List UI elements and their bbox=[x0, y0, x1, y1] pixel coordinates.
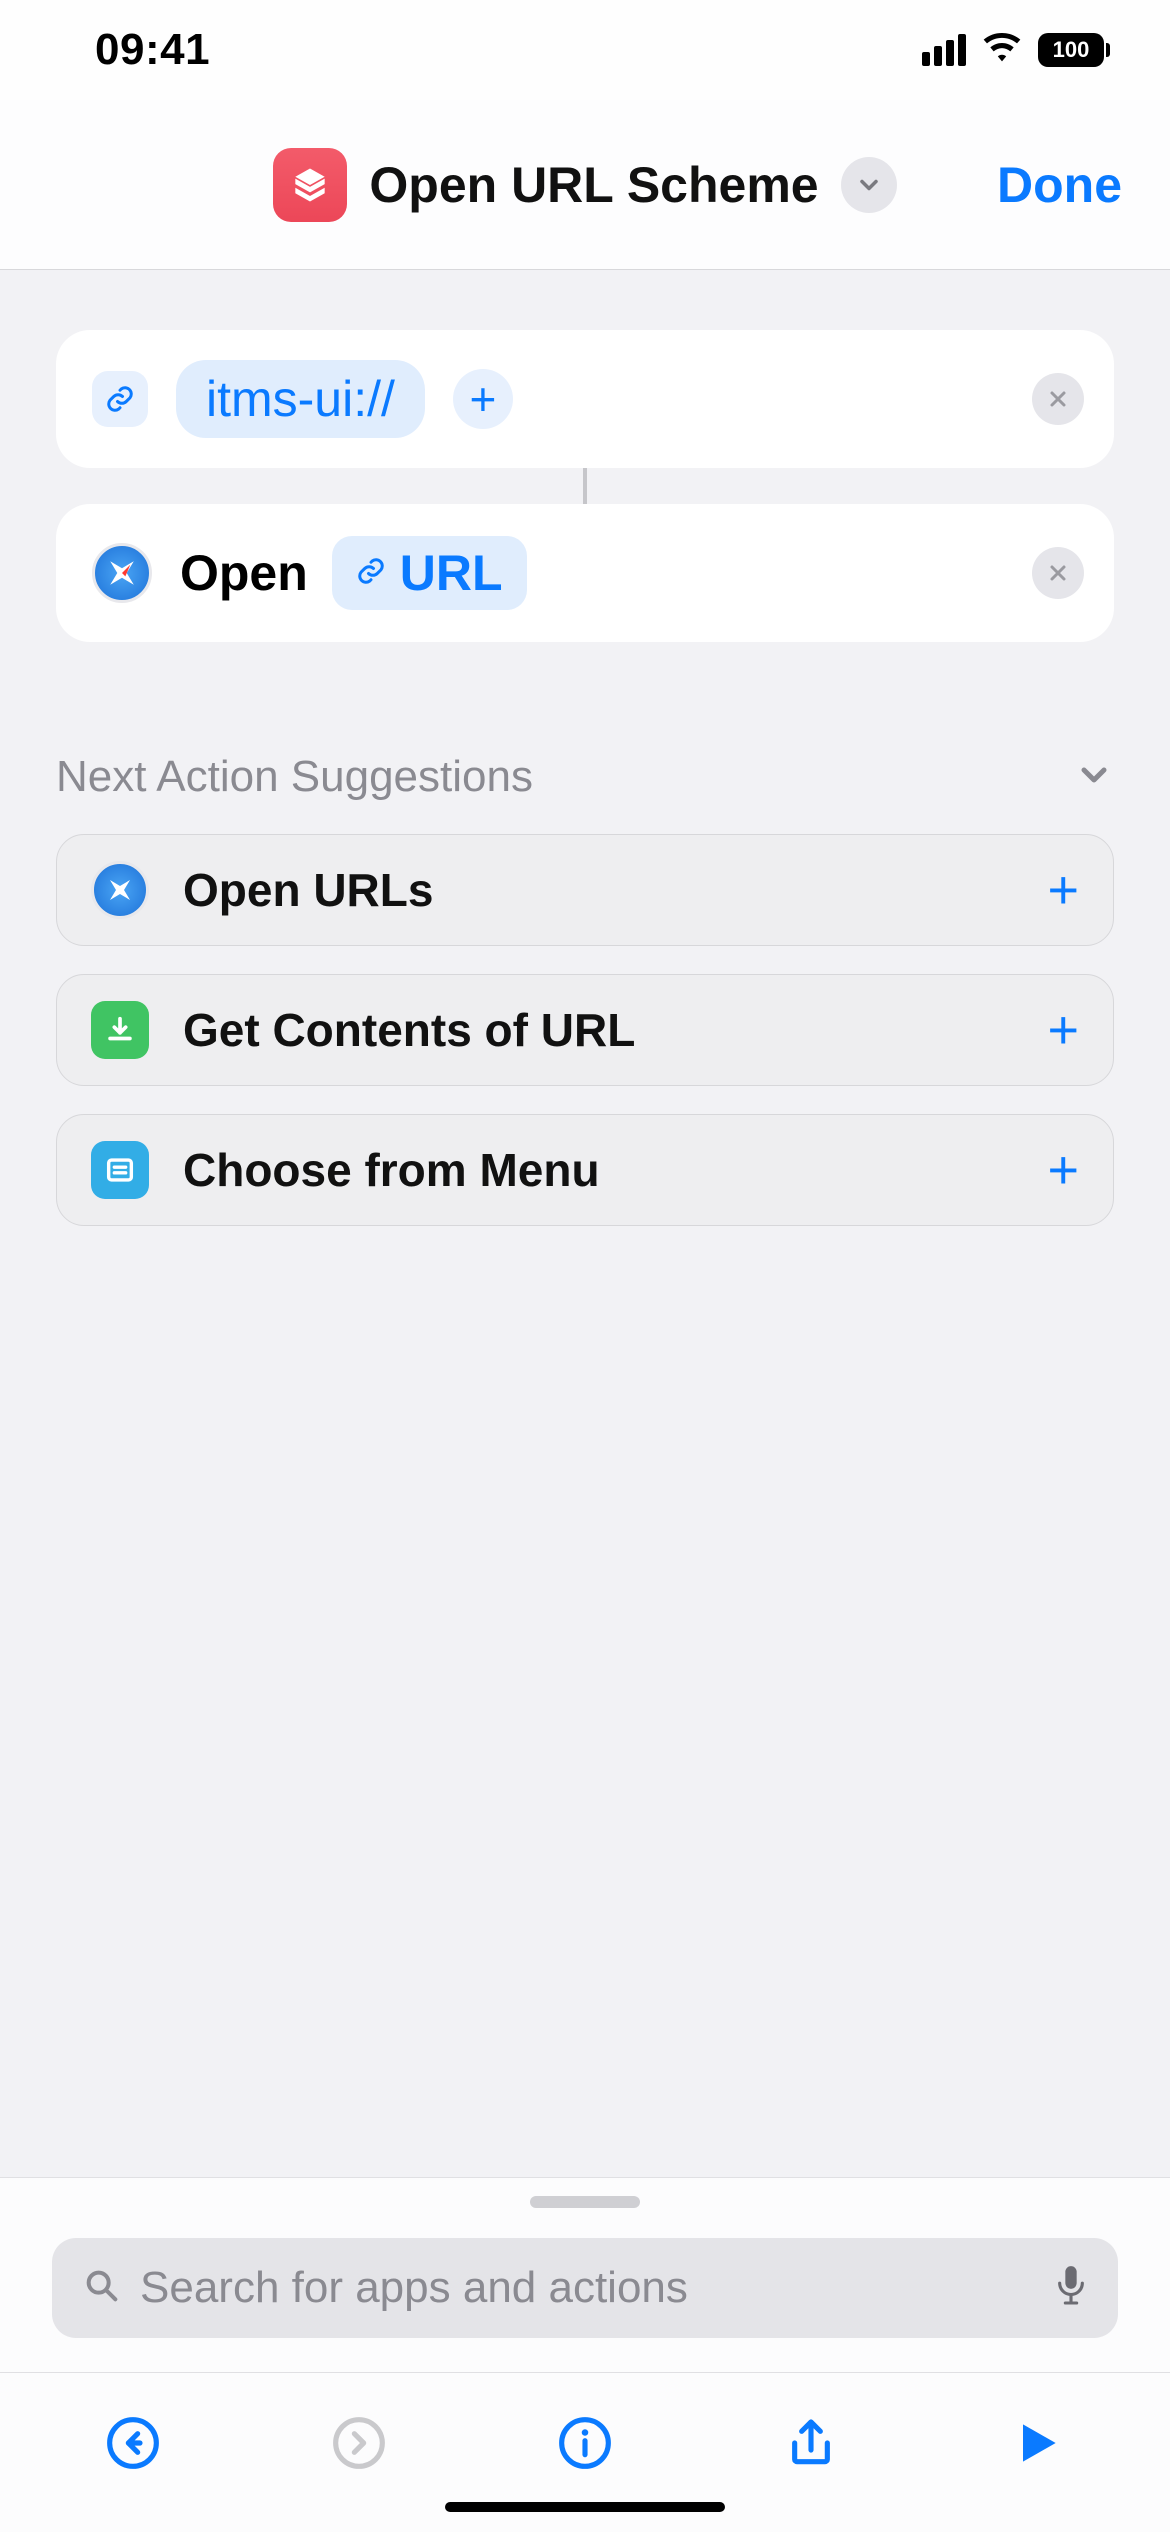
battery-icon: 100 bbox=[1038, 33, 1110, 67]
search-icon bbox=[82, 2266, 122, 2311]
link-icon bbox=[356, 556, 386, 591]
add-suggestion-button[interactable]: + bbox=[1047, 1139, 1079, 1201]
suggestion-label: Get Contents of URL bbox=[183, 1003, 635, 1057]
search-input[interactable]: Search for apps and actions bbox=[52, 2238, 1118, 2338]
redo-icon bbox=[331, 2415, 387, 2471]
add-suggestion-button[interactable]: + bbox=[1047, 999, 1079, 1061]
menu-icon bbox=[91, 1141, 149, 1199]
suggestions-header[interactable]: Next Action Suggestions bbox=[56, 642, 1114, 834]
suggestion-label: Open URLs bbox=[183, 863, 433, 917]
remove-action-button[interactable] bbox=[1032, 373, 1084, 425]
run-button[interactable] bbox=[1000, 2406, 1074, 2480]
dictate-button[interactable] bbox=[1054, 2263, 1088, 2314]
wifi-icon bbox=[982, 28, 1022, 73]
suggestion-label: Choose from Menu bbox=[183, 1143, 600, 1197]
bottom-panel: Search for apps and actions bbox=[0, 2177, 1170, 2532]
open-label: Open bbox=[180, 544, 308, 602]
close-icon bbox=[1046, 387, 1070, 411]
info-icon bbox=[557, 2415, 613, 2471]
shortcut-app-icon bbox=[273, 148, 347, 222]
redo-button bbox=[322, 2406, 396, 2480]
safari-icon bbox=[91, 861, 149, 919]
microphone-icon bbox=[1054, 2263, 1088, 2309]
link-icon bbox=[92, 371, 148, 427]
safari-icon bbox=[92, 543, 152, 603]
close-icon bbox=[1046, 561, 1070, 585]
undo-icon bbox=[105, 2415, 161, 2471]
cellular-icon bbox=[922, 34, 966, 66]
done-button[interactable]: Done bbox=[997, 156, 1122, 214]
add-suggestion-button[interactable]: + bbox=[1047, 859, 1079, 921]
share-button[interactable] bbox=[774, 2406, 848, 2480]
title-group[interactable]: Open URL Scheme bbox=[273, 148, 896, 222]
status-bar: 09:41 100 bbox=[0, 0, 1170, 100]
workflow-canvas: itms-ui:// + Open URL Next Action Sugges… bbox=[0, 270, 1170, 1226]
status-icons: 100 bbox=[922, 28, 1110, 73]
suggestion-get-contents[interactable]: Get Contents of URL + bbox=[56, 974, 1114, 1086]
action-connector bbox=[583, 468, 587, 504]
remove-action-button[interactable] bbox=[1032, 547, 1084, 599]
add-variable-button[interactable]: + bbox=[453, 369, 513, 429]
search-placeholder: Search for apps and actions bbox=[140, 2263, 1054, 2313]
download-icon bbox=[91, 1001, 149, 1059]
suggestion-open-urls[interactable]: Open URLs + bbox=[56, 834, 1114, 946]
drag-handle[interactable] bbox=[530, 2196, 640, 2208]
url-param-token[interactable]: URL bbox=[332, 536, 527, 610]
share-icon bbox=[783, 2415, 839, 2471]
chevron-down-icon bbox=[855, 171, 883, 199]
page-title: Open URL Scheme bbox=[369, 156, 818, 214]
nav-header: Open URL Scheme Done bbox=[0, 100, 1170, 270]
collapse-suggestions-button[interactable] bbox=[1074, 755, 1114, 800]
action-url-card[interactable]: itms-ui:// + bbox=[56, 330, 1114, 468]
status-time: 09:41 bbox=[95, 25, 210, 75]
undo-button[interactable] bbox=[96, 2406, 170, 2480]
suggestion-choose-menu[interactable]: Choose from Menu + bbox=[56, 1114, 1114, 1226]
home-indicator[interactable] bbox=[445, 2502, 725, 2512]
suggestions-heading: Next Action Suggestions bbox=[56, 752, 533, 802]
title-menu-button[interactable] bbox=[841, 157, 897, 213]
play-icon bbox=[1009, 2415, 1065, 2471]
chevron-down-icon bbox=[1074, 755, 1114, 795]
url-scheme-token[interactable]: itms-ui:// bbox=[176, 360, 425, 438]
url-param-label: URL bbox=[400, 544, 503, 602]
info-button[interactable] bbox=[548, 2406, 622, 2480]
action-open-card[interactable]: Open URL bbox=[56, 504, 1114, 642]
battery-level: 100 bbox=[1038, 33, 1104, 67]
